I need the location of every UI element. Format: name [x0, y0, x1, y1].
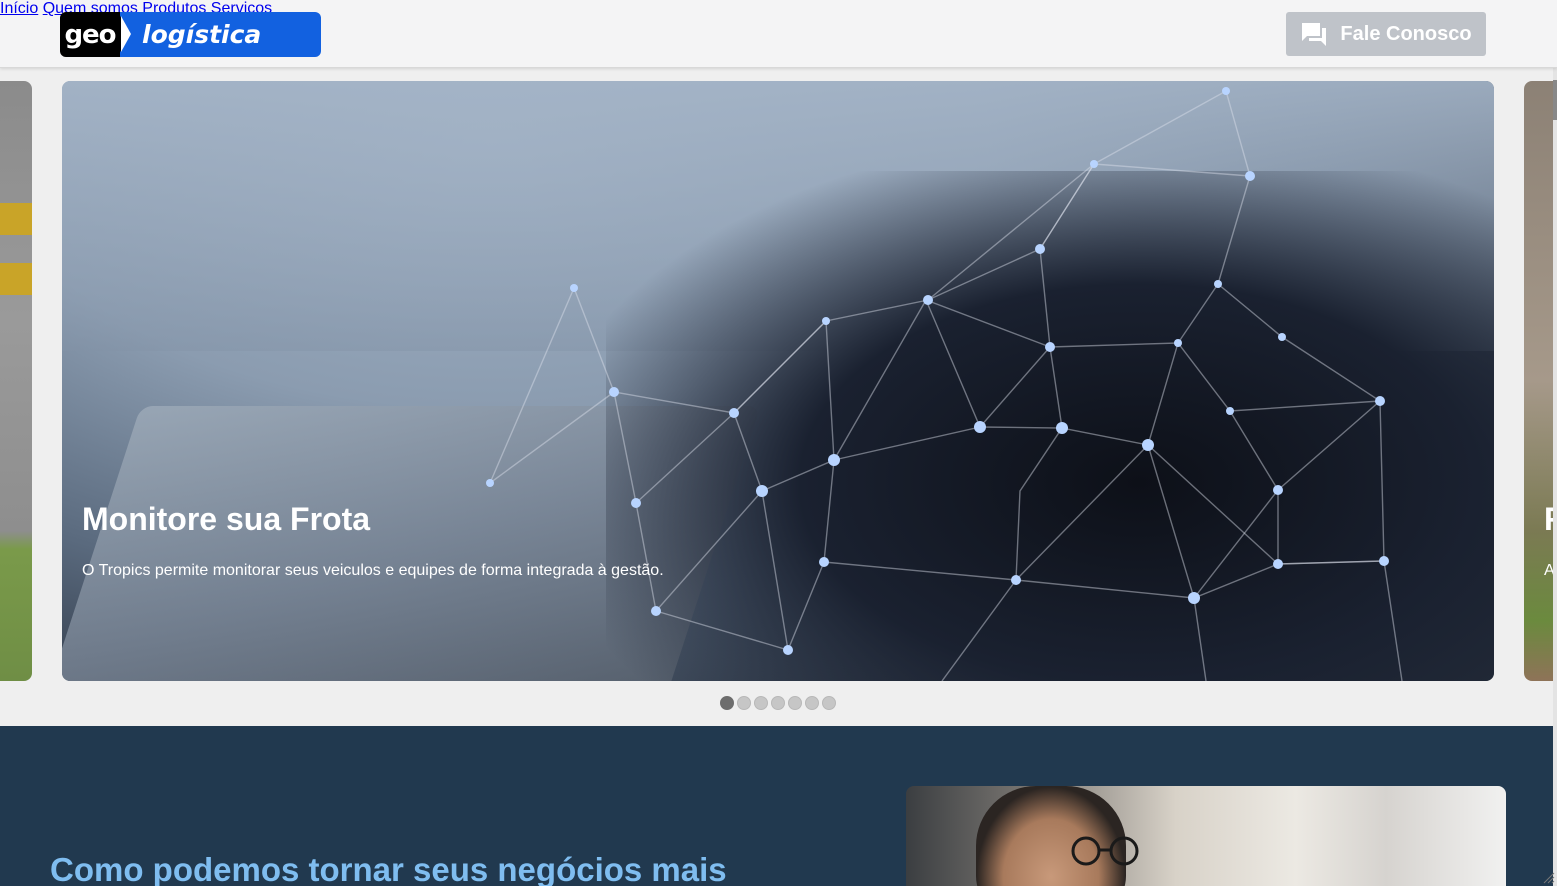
- fale-conosco-button[interactable]: Fale Conosco: [1286, 12, 1486, 56]
- slide-description: O Tropics permite monitorar seus veiculo…: [82, 562, 664, 579]
- road-stripe: [0, 263, 32, 295]
- services-section: Como podemos tornar seus negócios mais: [0, 726, 1557, 886]
- carousel-dot-1[interactable]: [720, 696, 734, 710]
- nav-inicio[interactable]: Início: [0, 0, 38, 17]
- scrollbar-thumb[interactable]: [1553, 80, 1557, 120]
- carousel-dot-5[interactable]: [788, 696, 802, 710]
- network-overlay: [486, 87, 1403, 681]
- page-scrollbar[interactable]: [1553, 0, 1557, 886]
- resize-grip-icon[interactable]: [1543, 872, 1555, 884]
- slide-title: Monitore sua Frota: [82, 501, 371, 537]
- carousel-prev-slide[interactable]: [0, 81, 32, 681]
- fale-conosco-label: Fale Conosco: [1340, 22, 1472, 45]
- carousel-pagination: [720, 696, 836, 710]
- logo-geo-text: geo: [60, 12, 120, 57]
- carousel-active-slide[interactable]: Monitore sua Frota O Tropics permite mon…: [62, 81, 1494, 681]
- logo-chevron-icon: [118, 12, 134, 57]
- carousel-dot-7[interactable]: [822, 696, 836, 710]
- site-header: geo logística Início Quem somos Produtos…: [0, 0, 1557, 68]
- logo-logistica-text: logística: [134, 12, 321, 57]
- carousel-dot-2[interactable]: [737, 696, 751, 710]
- road-stripe: [0, 203, 32, 235]
- section-title: Como podemos tornar seus negócios mais: [50, 851, 727, 886]
- chat-icon: [1300, 21, 1328, 47]
- carousel-dot-3[interactable]: [754, 696, 768, 710]
- carousel-dot-6[interactable]: [805, 696, 819, 710]
- support-agent-photo: [906, 786, 1506, 886]
- carousel-dot-4[interactable]: [771, 696, 785, 710]
- logo[interactable]: geo logística: [60, 12, 321, 57]
- glasses-shape: [1071, 836, 1139, 866]
